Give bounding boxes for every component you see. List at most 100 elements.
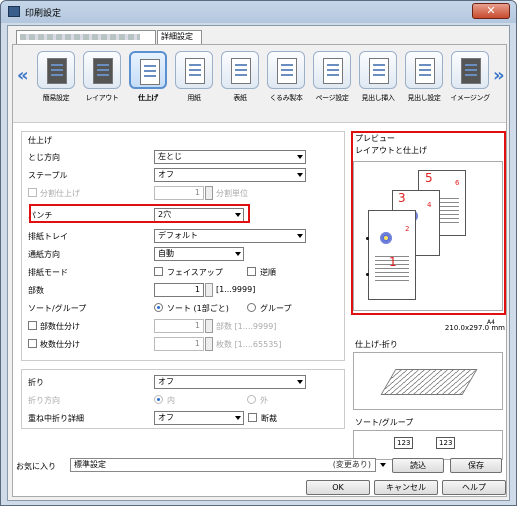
category-label: 表紙: [233, 94, 247, 102]
page-number: 2: [405, 225, 410, 233]
offset-sheets-label: 枚数仕分け: [40, 340, 80, 349]
reverse-order-label: 逆順: [260, 268, 276, 277]
favorite-label: お気に入り: [16, 462, 56, 471]
output-tray-select[interactable]: デフォルト: [154, 229, 306, 243]
sort-group-label: ソート/グループ: [28, 304, 87, 313]
offset-sheets-checkbox[interactable]: [28, 339, 37, 348]
fold-select[interactable]: オフ: [154, 375, 306, 389]
finishing-group: 仕上げ とじ方向 左とじ ステープル オフ 分割仕上げ 1 分割単位 パンチ 2穴 排紙ト…: [21, 131, 345, 361]
offset-sheets-field[interactable]: 1: [154, 337, 204, 351]
bottom-bar: お気に入り 標準設定 (変更あり) 読込 保存 OK キャンセル ヘルプ: [12, 458, 507, 500]
dialog-client: 詳細設定 « 簡易設定 レイアウト 仕上げ 用紙 表紙 くるみ製本 ページ設定 …: [7, 25, 510, 501]
offset-sheets-spinner[interactable]: [205, 337, 213, 351]
scroll-right-icon[interactable]: »: [493, 65, 505, 86]
scroll-left-icon[interactable]: «: [17, 65, 29, 86]
category-layout[interactable]: レイアウト: [79, 51, 125, 119]
category-cover[interactable]: 表紙: [217, 51, 263, 119]
cut-checkbox[interactable]: [248, 413, 257, 422]
cancel-button[interactable]: キャンセル: [374, 480, 438, 495]
category-imaging[interactable]: イメージング: [447, 51, 493, 119]
sort-preview: 123 123: [353, 430, 503, 460]
quick-setting-icon: [37, 51, 75, 89]
group-radio[interactable]: [247, 303, 256, 312]
ok-button[interactable]: OK: [306, 480, 370, 495]
sort-option-label: ソート (1部ごと): [167, 304, 229, 313]
fold-value: オフ: [158, 377, 174, 386]
fold-outside-radio[interactable]: [247, 395, 256, 404]
category-tab-insert[interactable]: 見出し挿入: [355, 51, 401, 119]
fold-preview: [353, 352, 503, 410]
blurred-tab-label: [20, 34, 140, 40]
category-perfect-binding[interactable]: くるみ製本: [263, 51, 309, 119]
tab-detail-settings[interactable]: 詳細設定: [157, 30, 202, 44]
split-finishing-checkbox[interactable]: [28, 188, 37, 197]
multi-fold-select[interactable]: オフ: [154, 411, 244, 425]
chevron-down-icon: [297, 155, 303, 159]
face-up-label: フェイスアップ: [167, 268, 223, 277]
binding-direction-label: とじ方向: [28, 153, 60, 162]
chevron-down-icon[interactable]: [380, 463, 386, 467]
favorite-select[interactable]: 標準設定 (変更あり): [70, 458, 376, 472]
settings-panel: « 簡易設定 レイアウト 仕上げ 用紙 表紙 くるみ製本 ページ設定 見出し挿入…: [12, 44, 507, 497]
multi-fold-value: オフ: [158, 413, 174, 422]
category-paper[interactable]: 用紙: [171, 51, 217, 119]
chevron-down-icon: [235, 252, 241, 256]
face-up-checkbox[interactable]: [154, 267, 163, 276]
copies-spinner[interactable]: [205, 283, 213, 297]
fold-preview-title: 仕上げ-折り: [355, 340, 398, 349]
sort-radio[interactable]: [154, 303, 163, 312]
page-number: 3: [398, 191, 406, 205]
staple-select[interactable]: オフ: [154, 168, 306, 182]
feed-direction-label: 通紙方向: [28, 250, 60, 259]
fold-label: 折り: [28, 378, 44, 387]
load-button[interactable]: 読込: [392, 458, 444, 473]
page-number: 6: [455, 179, 460, 187]
split-finishing-label: 分割仕上げ: [40, 189, 80, 198]
help-button[interactable]: ヘルプ: [442, 480, 506, 495]
category-label: 見出し設定: [407, 94, 441, 102]
binding-direction-select[interactable]: 左とじ: [154, 150, 306, 164]
flower-image: [379, 231, 393, 245]
changed-indicator: (変更あり): [332, 460, 371, 469]
feed-direction-select[interactable]: 自動: [154, 247, 244, 261]
copies-label: 部数: [28, 286, 44, 295]
split-unit-spinner[interactable]: [205, 186, 213, 200]
page-number: 1: [389, 255, 397, 269]
window-title: 印刷設定: [25, 9, 62, 19]
favorite-value: 標準設定: [74, 460, 106, 469]
category-tab-setting[interactable]: 見出し設定: [401, 51, 447, 119]
fold-inside-radio[interactable]: [154, 395, 163, 404]
fold-group: 折り オフ 折り方向内外 重ね中折り詳細 オフ 断裁: [21, 369, 345, 429]
paper-icon: [175, 51, 213, 89]
sort-preview-title: ソート/グループ: [355, 418, 414, 427]
tab-insert-icon: [359, 51, 397, 89]
close-button[interactable]: ✕: [472, 3, 510, 19]
finishing-icon: [129, 51, 167, 89]
tab-general[interactable]: [16, 30, 156, 44]
offset-copies-spinner[interactable]: [205, 319, 213, 333]
offset-copies-checkbox[interactable]: [28, 321, 37, 330]
offset-copies-label: 部数仕分け: [40, 322, 80, 331]
offset-sheets-range: 枚数 [1....65535]: [216, 340, 282, 349]
preview-title: プレビュー: [355, 134, 395, 143]
output-tray-label: 排紙トレイ: [28, 232, 68, 241]
offset-copies-field[interactable]: 1: [154, 319, 204, 333]
chevron-down-icon: [235, 416, 241, 420]
save-button[interactable]: 保存: [450, 458, 502, 473]
print-settings-window: 印刷設定 ✕ 詳細設定 « 簡易設定 レイアウト 仕上げ 用紙 表紙 くるみ製本…: [0, 0, 517, 506]
output-tray-value: デフォルト: [158, 231, 198, 240]
punch-hole-mark: [366, 273, 369, 276]
category-label: ページ設定: [315, 94, 349, 102]
fold-inside-label: 内: [167, 396, 175, 405]
copies-field[interactable]: 1: [154, 283, 204, 297]
fold-direction-label: 折り方向: [28, 396, 60, 405]
chevron-down-icon: [297, 234, 303, 238]
category-quick-setting[interactable]: 簡易設定: [33, 51, 79, 119]
layout-icon: [83, 51, 121, 89]
category-page-setting[interactable]: ページ設定: [309, 51, 355, 119]
reverse-order-checkbox[interactable]: [247, 267, 256, 276]
category-finishing[interactable]: 仕上げ: [125, 51, 171, 119]
category-label: 仕上げ: [138, 94, 158, 102]
split-unit-field[interactable]: 1: [154, 186, 204, 200]
group-option-label: グループ: [260, 304, 292, 313]
